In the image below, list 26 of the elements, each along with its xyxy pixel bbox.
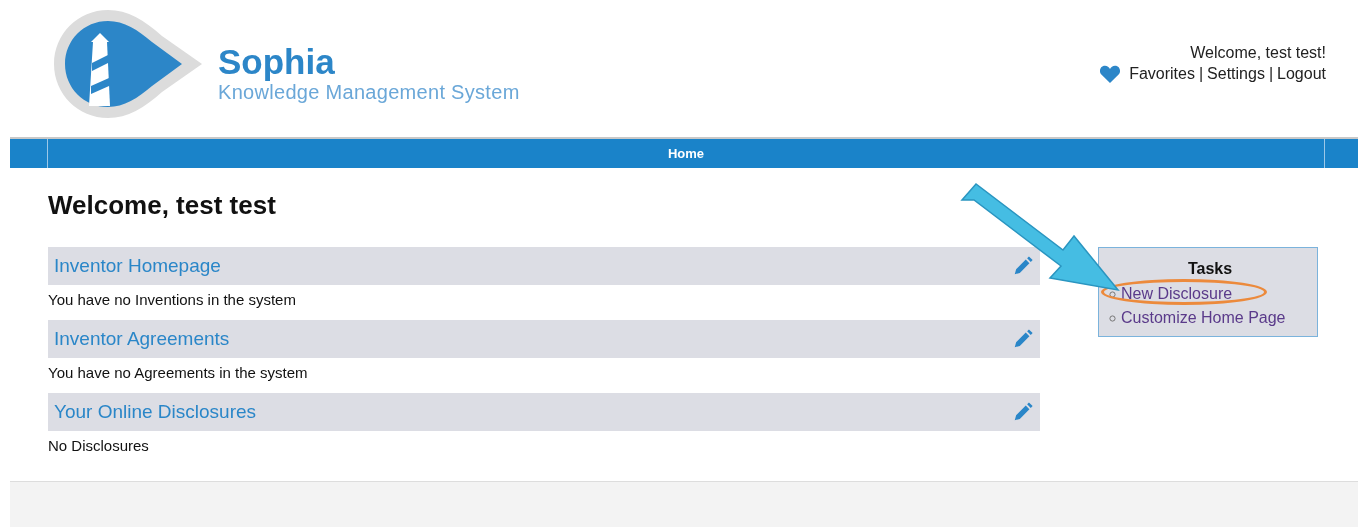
- pencil-icon[interactable]: [1012, 401, 1034, 423]
- section-title: Your Online Disclosures: [54, 401, 257, 423]
- lighthouse-logo-icon: [52, 8, 204, 120]
- task-link[interactable]: Customize Home Page: [1121, 309, 1286, 327]
- nav-tab[interactable]: Home: [667, 146, 705, 161]
- section-message: No Disclosures: [48, 436, 150, 456]
- user-menu-link[interactable]: Settings: [1207, 65, 1265, 83]
- greeting-text: Welcome, test test!: [1190, 44, 1326, 62]
- page-heading: Welcome, test test: [48, 190, 277, 221]
- section-title: Inventor Homepage: [54, 255, 221, 277]
- separator-text: |: [1268, 65, 1274, 83]
- pencil-icon[interactable]: [1012, 328, 1034, 350]
- heart-icon: [1099, 64, 1122, 84]
- bullet-icon: [1109, 314, 1116, 322]
- section-message: You have no Inventions in the system: [48, 290, 297, 310]
- user-menu-link[interactable]: Favorites: [1129, 65, 1195, 83]
- section-message: You have no Agreements in the system: [48, 363, 309, 383]
- section-title: Inventor Agreements: [54, 328, 230, 350]
- separator-text: |: [1198, 65, 1204, 83]
- app-title: Sophia: [218, 42, 336, 81]
- bullet-icon: [1109, 290, 1116, 298]
- app-subtitle: Knowledge Management System: [218, 80, 520, 104]
- tasks-title: Tasks: [1186, 260, 1234, 278]
- pencil-icon[interactable]: [1012, 255, 1034, 277]
- task-link[interactable]: New Disclosure: [1121, 285, 1233, 303]
- user-menu-link[interactable]: Logout: [1277, 65, 1326, 83]
